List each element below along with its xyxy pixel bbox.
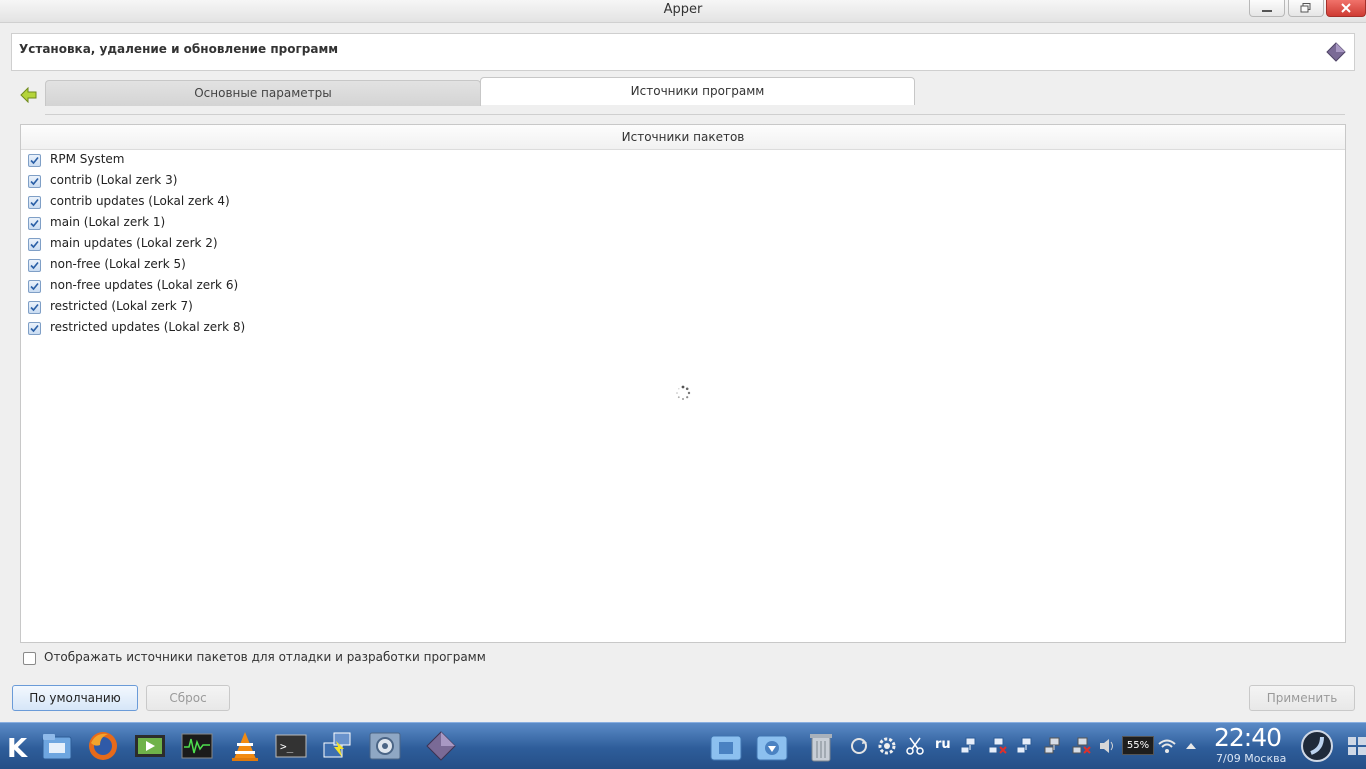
list-item[interactable]: main updates (Lokal zerk 2) [21,234,1345,255]
source-checkbox[interactable] [28,154,41,167]
source-label: non-free (Lokal zerk 5) [50,257,186,271]
source-label: restricted updates (Lokal zerk 8) [50,320,246,334]
default-button[interactable]: По умолчанию [12,685,138,711]
gear-icon[interactable] [877,737,897,755]
minimize-button[interactable] [1249,0,1285,17]
trash-icon[interactable] [804,729,838,763]
settings-tool-icon[interactable] [368,729,402,763]
list-item[interactable]: restricted updates (Lokal zerk 8) [21,318,1345,339]
source-checkbox[interactable] [28,280,41,293]
network-tool-icon[interactable] [320,729,354,763]
list-item[interactable]: contrib updates (Lokal zerk 4) [21,192,1345,213]
file-manager-icon[interactable] [40,729,74,763]
tab-sources[interactable]: Источники программ [480,77,915,105]
sources-list[interactable]: Источники пакетов RPM System contrib (Lo… [20,124,1346,643]
tab-general[interactable]: Основные параметры [45,80,481,106]
battery-indicator[interactable]: 55% [1122,736,1154,755]
source-label: non-free updates (Lokal zerk 6) [50,278,239,292]
tray-expand-arrow-icon[interactable] [1184,737,1204,755]
apply-button[interactable]: Применить [1249,685,1355,711]
svg-text:>_: >_ [280,740,294,753]
check-icon [30,303,39,312]
terminal-icon[interactable]: >_ [274,729,308,763]
apper-logo-icon [1326,42,1346,62]
keyboard-layout-indicator[interactable]: ru [935,737,951,752]
check-icon [30,324,39,333]
show-desktop-icon[interactable] [1342,729,1366,763]
list-item[interactable]: restricted (Lokal zerk 7) [21,297,1345,318]
source-checkbox[interactable] [28,175,41,188]
check-icon [30,156,39,165]
vlc-icon[interactable] [228,729,262,763]
back-arrow-icon[interactable] [20,87,38,103]
source-checkbox[interactable] [28,238,41,251]
check-icon [30,198,39,207]
loading-spinner-icon [676,385,691,400]
close-icon [1341,3,1351,13]
source-checkbox[interactable] [28,301,41,314]
folder-documents-icon[interactable] [709,729,743,763]
source-label: contrib (Lokal zerk 3) [50,173,178,187]
source-label: restricted (Lokal zerk 7) [50,299,193,313]
show-debug-sources-label: Отображать источники пакетов для отладки… [44,650,486,664]
check-icon [30,177,39,186]
scissors-icon[interactable] [905,737,925,755]
network-disconnected-icon[interactable] [988,737,1008,755]
system-monitor-icon[interactable] [180,729,214,763]
network-idle-icon[interactable] [1044,737,1064,755]
list-item[interactable]: RPM System [21,150,1345,171]
source-label: main (Lokal zerk 1) [50,215,166,229]
page-title: Установка, удаление и обновление програм… [19,42,339,56]
check-icon [30,219,39,228]
volume-icon[interactable] [1098,737,1118,755]
kde-menu-icon[interactable]: K [3,729,37,763]
source-checkbox[interactable] [28,259,41,272]
update-icon[interactable] [849,737,869,755]
sources-list-header: Источники пакетов [21,125,1345,150]
network-connected-icon[interactable] [960,737,980,755]
window-titlebar: Apper [0,0,1366,23]
folder-downloads-icon[interactable] [755,729,789,763]
check-icon [30,240,39,249]
list-item[interactable]: non-free updates (Lokal zerk 6) [21,276,1345,297]
close-button[interactable] [1326,0,1366,17]
dashboard-orb-icon[interactable] [1300,729,1334,763]
network-connected-icon[interactable] [1016,737,1036,755]
minimize-icon [1262,10,1272,12]
list-item[interactable]: non-free (Lokal zerk 5) [21,255,1345,276]
list-item[interactable]: contrib (Lokal zerk 3) [21,171,1345,192]
network-disconnected-icon[interactable] [1072,737,1092,755]
page-header: Установка, удаление и обновление програм… [11,33,1355,71]
reset-button[interactable]: Сброс [146,685,230,711]
video-player-icon[interactable] [133,729,167,763]
source-checkbox[interactable] [28,196,41,209]
check-icon [30,282,39,291]
restore-icon [1300,3,1311,13]
source-checkbox[interactable] [28,217,41,230]
clock-time[interactable]: 22:40 [1214,723,1282,752]
source-label: RPM System [50,152,125,166]
clock-date: 7/09 Москва [1216,752,1287,765]
wifi-icon[interactable] [1157,737,1177,755]
taskbar: K >_ ru 55% 22:40 7/09 Москва [0,722,1366,769]
firefox-icon[interactable] [86,729,120,763]
source-label: contrib updates (Lokal zerk 4) [50,194,230,208]
source-label: main updates (Lokal zerk 2) [50,236,218,250]
maximize-button[interactable] [1288,0,1324,17]
show-debug-sources-checkbox[interactable] [23,652,36,665]
svg-text:K: K [7,734,28,763]
check-icon [30,261,39,270]
list-item[interactable]: main (Lokal zerk 1) [21,213,1345,234]
tab-divider [45,114,1345,115]
apper-taskbar-icon[interactable] [424,729,458,763]
window-title: Apper [663,2,703,17]
source-checkbox[interactable] [28,322,41,335]
